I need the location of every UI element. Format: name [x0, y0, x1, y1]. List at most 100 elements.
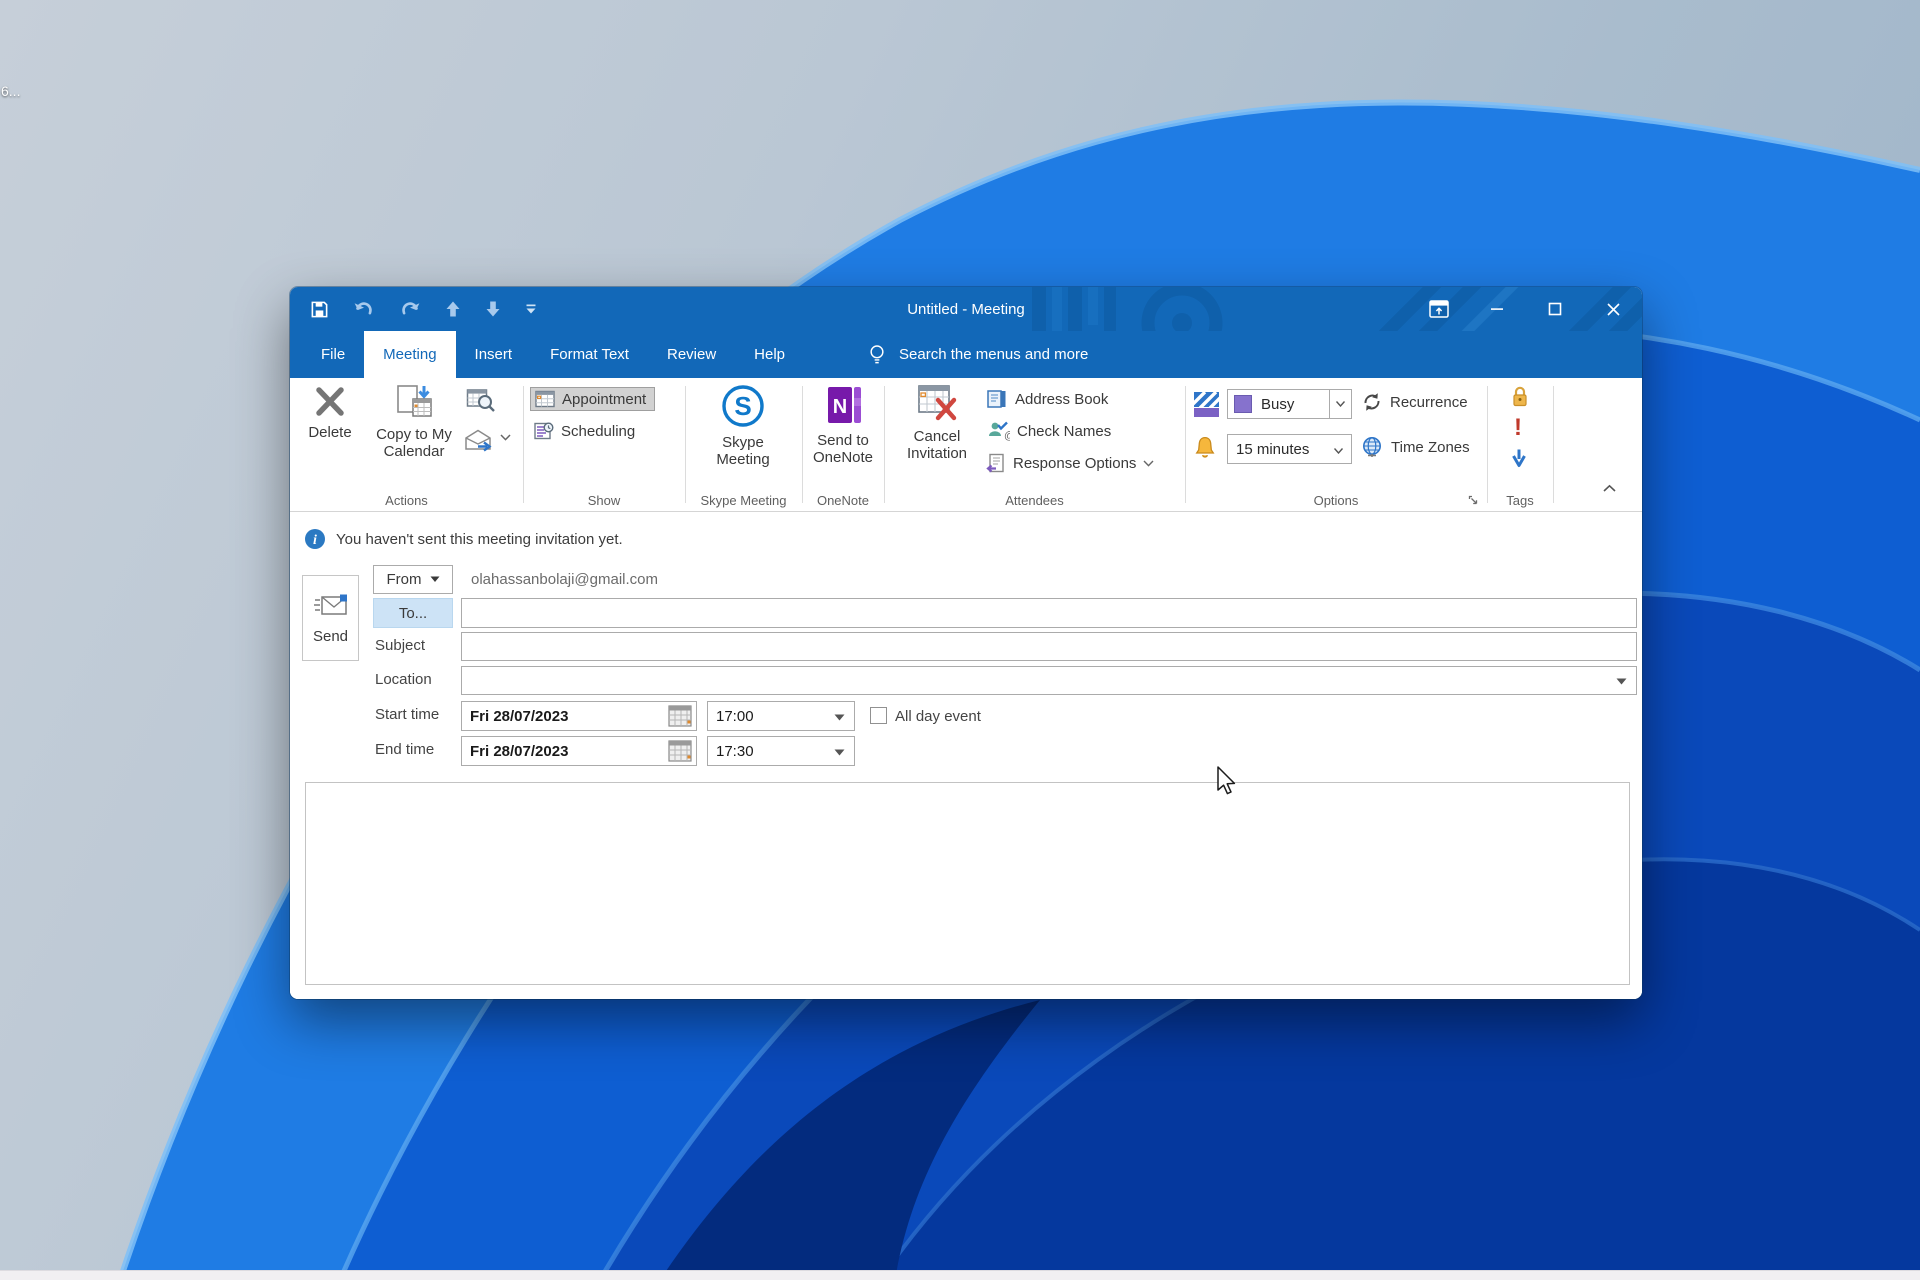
tab-meeting[interactable]: Meeting: [364, 331, 456, 378]
onenote-icon: N: [828, 387, 861, 423]
window-controls: [1410, 287, 1642, 331]
send-to-onenote-button[interactable]: N Send to OneNote: [806, 384, 880, 467]
view-in-calendar-button[interactable]: [466, 388, 496, 414]
ribbon: Delete Copy to My Calendar Actions Appoi…: [290, 378, 1642, 512]
meeting-form: i You haven't sent this meeting invitati…: [290, 512, 1642, 999]
location-label: Location: [375, 671, 432, 688]
recurrence-icon: [1364, 393, 1380, 411]
ribbon-group-separator: [1553, 386, 1554, 503]
reminder-combo[interactable]: 15 minutes: [1227, 434, 1352, 464]
check-names-button[interactable]: @ Check Names: [986, 421, 1111, 441]
private-lock-icon[interactable]: [1511, 385, 1529, 408]
scheduling-button[interactable]: Scheduling: [534, 422, 635, 440]
response-options-button[interactable]: Response Options: [986, 453, 1154, 473]
appointment-button[interactable]: Appointment: [530, 387, 656, 411]
next-item-icon[interactable]: [485, 300, 501, 318]
time-zones-button[interactable]: Time Zones: [1361, 436, 1470, 459]
reminder-value: 15 minutes: [1236, 440, 1310, 458]
end-date-field[interactable]: Fri 28/07/2023: [461, 736, 697, 766]
group-label-attendees: Attendees: [1005, 493, 1064, 508]
send-button[interactable]: Send: [302, 575, 359, 661]
start-time-dropdown-icon[interactable]: [834, 708, 854, 725]
meeting-body-editor[interactable]: [305, 782, 1630, 985]
from-button[interactable]: From: [373, 565, 453, 594]
start-time-label: Start time: [375, 706, 440, 723]
group-label-skype-meeting: Skype Meeting: [700, 493, 787, 508]
start-time-combo[interactable]: 17:00: [707, 701, 855, 731]
ribbon-group-onenote: N Send to OneNote OneNote: [802, 378, 884, 511]
ribbon-group-tags: ! Tags: [1487, 378, 1553, 511]
check-names-icon: @: [989, 421, 1010, 441]
low-importance-icon[interactable]: [1510, 448, 1528, 468]
desktop-icon-label-fragment[interactable]: 6...: [1, 83, 20, 99]
start-date-field[interactable]: Fri 28/07/2023: [461, 701, 697, 731]
redo-icon[interactable]: [399, 300, 421, 318]
from-address: olahassanbolaji@gmail.com: [471, 571, 658, 588]
send-envelope-icon: [313, 594, 347, 615]
reminder-bell-icon: [1194, 436, 1216, 460]
end-time-dropdown-icon[interactable]: [834, 743, 854, 760]
show-as-combo[interactable]: Busy: [1227, 389, 1352, 419]
recurrence-button[interactable]: Recurrence: [1361, 392, 1468, 412]
start-time-value: 17:00: [716, 707, 754, 725]
message-bar-text: You haven't sent this meeting invitation…: [336, 530, 623, 548]
svg-text:N: N: [833, 396, 847, 418]
chevron-down-icon: [1143, 460, 1154, 467]
ribbon-tab-row: File Meeting Insert Format Text Review H…: [290, 331, 1642, 378]
forward-button[interactable]: [464, 428, 494, 452]
copy-to-calendar-icon: [397, 385, 432, 417]
high-importance-icon[interactable]: !: [1514, 416, 1522, 440]
svg-text:i: i: [313, 533, 317, 548]
delete-button[interactable]: Delete: [298, 386, 362, 441]
address-book-button[interactable]: Address Book: [986, 389, 1108, 409]
end-time-combo[interactable]: 17:30: [707, 736, 855, 766]
maximize-button[interactable]: [1526, 287, 1584, 331]
all-day-label: All day event: [895, 708, 981, 725]
reminder-caret[interactable]: [1333, 441, 1351, 458]
group-label-show: Show: [587, 493, 621, 508]
ribbon-group-skype-meeting: S Skype Meeting Skype Meeting: [685, 378, 802, 511]
ribbon-group-actions: Delete Copy to My Calendar Actions: [290, 378, 523, 511]
location-field[interactable]: [461, 666, 1637, 695]
show-as-caret[interactable]: [1329, 390, 1351, 418]
location-dropdown-icon[interactable]: [1616, 672, 1636, 689]
close-button[interactable]: [1584, 287, 1642, 331]
tab-help[interactable]: Help: [735, 331, 804, 378]
start-date-picker-icon[interactable]: [668, 705, 696, 727]
start-date-value: Fri 28/07/2023: [470, 707, 569, 725]
minimize-button[interactable]: [1468, 287, 1526, 331]
collapse-ribbon-icon[interactable]: [1602, 484, 1617, 493]
group-label-tags: Tags: [1506, 493, 1534, 508]
subject-input[interactable]: [461, 632, 1637, 661]
customize-qat-icon[interactable]: [525, 303, 537, 315]
search-menus[interactable]: Search the menus and more: [868, 331, 1088, 378]
titlebar: Untitled - Meeting: [290, 287, 1642, 378]
to-input[interactable]: [461, 598, 1637, 628]
skype-meeting-button[interactable]: S Skype Meeting: [703, 384, 783, 469]
tab-review[interactable]: Review: [648, 331, 735, 378]
subject-label: Subject: [375, 637, 426, 654]
end-date-picker-icon[interactable]: [668, 740, 696, 762]
forward-envelope-icon: [465, 429, 492, 452]
all-day-checkbox[interactable]: [870, 707, 887, 724]
tab-format-text[interactable]: Format Text: [531, 331, 648, 378]
ribbon-display-options-icon[interactable]: [1410, 287, 1468, 331]
to-button[interactable]: To...: [373, 598, 453, 628]
copy-to-my-calendar-button[interactable]: Copy to My Calendar: [362, 384, 466, 461]
taskbar-strip[interactable]: [0, 1270, 1920, 1280]
tab-file[interactable]: File: [302, 331, 364, 378]
cancel-invitation-button[interactable]: Cancel Invitation: [894, 384, 980, 463]
save-icon[interactable]: [310, 300, 329, 319]
forward-dropdown-icon[interactable]: [500, 434, 511, 441]
address-book-icon: [987, 390, 1006, 408]
globe-icon: [1363, 437, 1381, 457]
undo-icon[interactable]: [353, 300, 375, 318]
tab-insert[interactable]: Insert: [456, 331, 532, 378]
show-as-value: Busy: [1261, 395, 1295, 413]
previous-item-icon[interactable]: [445, 300, 461, 318]
skype-icon: S: [722, 385, 764, 427]
cancel-invitation-icon: [918, 385, 957, 421]
ribbon-group-show: Appointment Scheduling Show: [523, 378, 685, 511]
busy-status-swatch: [1234, 395, 1252, 413]
svg-text:@: @: [1004, 430, 1010, 441]
